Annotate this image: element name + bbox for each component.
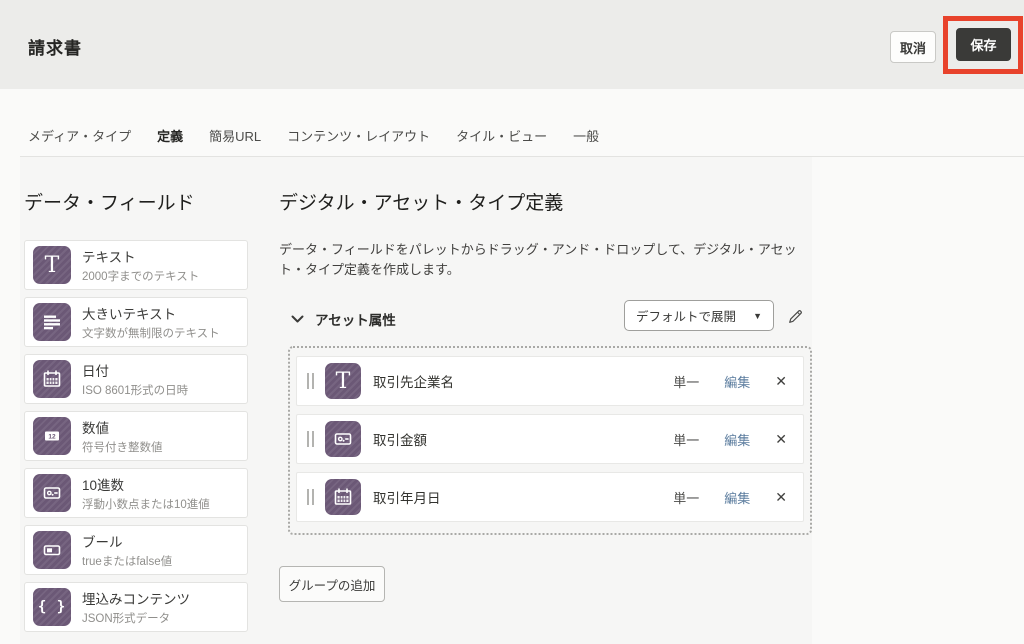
palette-item-name: 10進数 [82, 474, 210, 494]
palette-item-name: 埋込みコンテンツ [82, 588, 190, 608]
remove-attribute-close-icon[interactable]: ✕ [775, 490, 787, 504]
attribute-row-company-name[interactable]: T 取引先企業名 単一 編集 ✕ [296, 356, 804, 406]
cardinality-label: 単一 [673, 488, 699, 507]
palette-item-boolean[interactable]: ブール trueまたはfalse値 [24, 525, 248, 575]
large-text-field-icon [33, 303, 71, 341]
cancel-button[interactable]: 取消 [890, 31, 936, 63]
tab-media-type[interactable]: メディア・タイプ [28, 126, 131, 159]
svg-text:12: 12 [48, 434, 56, 441]
add-group-button[interactable]: グループの追加 [279, 566, 385, 602]
drag-handle-icon[interactable] [307, 489, 314, 505]
page-title: 請求書 [28, 34, 82, 59]
boolean-field-icon [33, 531, 71, 569]
tab-tile-view[interactable]: タイル・ビュー [456, 126, 547, 159]
tab-bar: メディア・タイプ 定義 簡易URL コンテンツ・レイアウト タイル・ビュー 一般 [28, 126, 599, 159]
tab-general[interactable]: 一般 [573, 126, 599, 159]
expand-mode-select[interactable]: デフォルトで展開 ▼ [624, 300, 774, 331]
palette-item-name: 日付 [82, 360, 188, 380]
palette-item-desc: 符号付き整数値 [82, 439, 163, 455]
attribute-label: 取引年月日 [373, 487, 441, 507]
attribute-row-transaction-date[interactable]: 取引年月日 単一 編集 ✕ [296, 472, 804, 522]
decimal-field-icon [325, 421, 361, 457]
palette-item-desc: ISO 8601形式の日時 [82, 382, 188, 398]
palette-item-name: ブール [82, 531, 172, 551]
data-fields-heading: データ・フィールド [24, 188, 195, 215]
palette-item-desc: 浮動小数点または10進値 [82, 496, 210, 512]
edit-link[interactable]: 編集 [724, 430, 750, 449]
date-field-icon [325, 479, 361, 515]
palette-item-embedded-content[interactable]: { } 埋込みコンテンツ JSON形式データ [24, 582, 248, 632]
remove-attribute-close-icon[interactable]: ✕ [775, 374, 787, 388]
palette-item-desc: JSON形式データ [82, 610, 190, 626]
header-bar: 請求書 取消 保存 [0, 0, 1024, 89]
embedded-content-field-icon: { } [33, 588, 71, 626]
date-field-icon [33, 360, 71, 398]
number-field-icon: 12 [33, 417, 71, 455]
expand-mode-value: デフォルトで展開 [636, 306, 736, 325]
attribute-row-transaction-amount[interactable]: 取引金額 単一 編集 ✕ [296, 414, 804, 464]
asset-type-editor-page: 請求書 取消 保存 メディア・タイプ 定義 簡易URL コンテンツ・レイアウト … [0, 0, 1024, 644]
palette-item-number[interactable]: 12 数値 符号付き整数値 [24, 411, 248, 461]
palette-item-name: テキスト [82, 246, 199, 266]
palette-item-text[interactable]: T テキスト 2000字までのテキスト [24, 240, 248, 290]
attribute-label: 取引金額 [373, 429, 427, 449]
palette-item-desc: 文字数が無制限のテキスト [82, 325, 220, 341]
group-title: アセット属性 [315, 309, 396, 329]
dropdown-caret-icon: ▼ [753, 311, 762, 321]
palette-item-decimal[interactable]: 10進数 浮動小数点または10進値 [24, 468, 248, 518]
palette-item-large-text[interactable]: 大きいテキスト 文字数が無制限のテキスト [24, 297, 248, 347]
palette-item-name: 数値 [82, 417, 163, 437]
text-field-icon: T [325, 363, 361, 399]
edit-link[interactable]: 編集 [724, 372, 750, 391]
definition-heading: デジタル・アセット・タイプ定義 [279, 188, 563, 215]
edit-group-pencil-icon[interactable] [784, 305, 806, 327]
attribute-label: 取引先企業名 [373, 371, 454, 391]
remove-attribute-close-icon[interactable]: ✕ [775, 432, 787, 446]
tab-friendly-url[interactable]: 簡易URL [209, 126, 261, 159]
cardinality-label: 単一 [673, 372, 699, 391]
palette-item-desc: trueまたはfalse値 [82, 553, 172, 569]
drag-handle-icon[interactable] [307, 373, 314, 389]
group-collapse-chevron-down-icon[interactable] [291, 311, 304, 329]
tab-definition[interactable]: 定義 [157, 126, 183, 159]
text-field-icon: T [33, 246, 71, 284]
definition-description: データ・フィールドをパレットからドラッグ・アンド・ドロップして、デジタル・アセッ… [279, 240, 819, 280]
cardinality-label: 単一 [673, 430, 699, 449]
save-button[interactable]: 保存 [956, 28, 1011, 61]
palette-item-date[interactable]: 日付 ISO 8601形式の日時 [24, 354, 248, 404]
tab-content-layout[interactable]: コンテンツ・レイアウト [287, 126, 430, 159]
edit-link[interactable]: 編集 [724, 488, 750, 507]
decimal-field-icon [33, 474, 71, 512]
palette-item-desc: 2000字までのテキスト [82, 268, 199, 284]
palette-item-name: 大きいテキスト [82, 303, 220, 323]
drag-handle-icon[interactable] [307, 431, 314, 447]
